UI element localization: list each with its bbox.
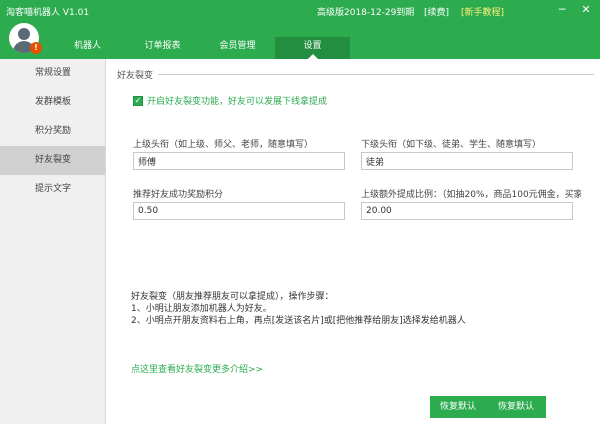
tab-member-management[interactable]: 会员管理 [200,37,275,59]
sidebar-item-points-reward[interactable]: 积分奖励 [0,117,105,146]
section-divider [158,74,594,75]
sidebar-item-general[interactable]: 常规设置 [0,59,105,88]
save-button[interactable]: 恢复默认 [486,396,546,418]
extra-commission-input[interactable] [361,202,573,220]
sidebar-item-friend-fission[interactable]: 好友裂变 [0,146,105,175]
referral-points-label: 推荐好友成功奖励积分 [133,190,224,200]
renew-link[interactable]: [续费] [424,5,449,18]
extra-commission-label: 上级额外提成比例：（如抽20%，商品100元佣金，买家返佣 [361,190,581,200]
more-info-link[interactable]: 点这里查看好友裂变更多介绍>> [131,362,263,375]
enable-fission-label: 开启好友裂变功能，好友可以发展下线拿提成 [147,97,328,107]
settings-sidebar: 常规设置 发群模板 积分奖励 好友裂变 提示文字 [0,59,106,424]
title-bar: 淘客喵机器人 V1.01 高级版2018-12-29到期 [续费] [新手教程]… [0,0,600,59]
minimize-icon[interactable]: ─ [556,3,568,16]
settings-panel: 好友裂变 ✓ 开启好友裂变功能，好友可以发展下线拿提成 上级头衔（如上级、师父、… [106,59,600,424]
main-nav: 机器人 订单报表 会员管理 设置 [50,37,350,59]
newbie-tutorial-link[interactable]: [新手教程] [461,5,504,18]
enable-fission-checkbox[interactable]: ✓ [133,95,143,106]
tab-robot[interactable]: 机器人 [50,37,125,59]
instructions-heading: 好友裂变（朋友推荐朋友可以拿提成），操作步骤： [131,292,334,302]
referral-points-input[interactable] [133,202,345,220]
instructions-step: 1、小明让朋友添加机器人为好友。 [131,304,272,314]
tab-order-report[interactable]: 订单报表 [125,37,200,59]
sidebar-item-group-template[interactable]: 发群模板 [0,88,105,117]
tab-settings[interactable]: 设置 [275,37,350,59]
instructions-step: 2、小明点开朋友资料右上角，再点[发送该名片]或[把他推荐给朋友]选择发给机器人 [131,316,466,326]
upper-title-input[interactable] [133,152,345,170]
upper-title-label: 上级头衔（如上级、师父、老师，随意填写） [133,140,314,150]
close-icon[interactable]: ✕ [580,3,592,16]
section-title: 好友裂变 [117,71,154,81]
instructions: 好友裂变（朋友推荐朋友可以拿提成），操作步骤： 1、小明让朋友添加机器人为好友。… [131,291,466,327]
enable-fission-row: ✓ 开启好友裂变功能，好友可以发展下线拿提成 [133,94,327,107]
app-title: 淘客喵机器人 V1.01 [6,8,90,18]
avatar-head-icon [18,28,30,40]
restore-default-button[interactable]: 恢复默认 [430,396,486,418]
alert-icon: ! [30,42,42,54]
lower-title-input[interactable] [361,152,573,170]
lower-title-label: 下级头衔（如下级、徒弟、学生、随意填写） [361,140,542,150]
sidebar-item-prompt-text[interactable]: 提示文字 [0,175,105,204]
window-controls: ─ ✕ [556,3,592,16]
edition-info: 高级版2018-12-29到期 [317,8,415,18]
